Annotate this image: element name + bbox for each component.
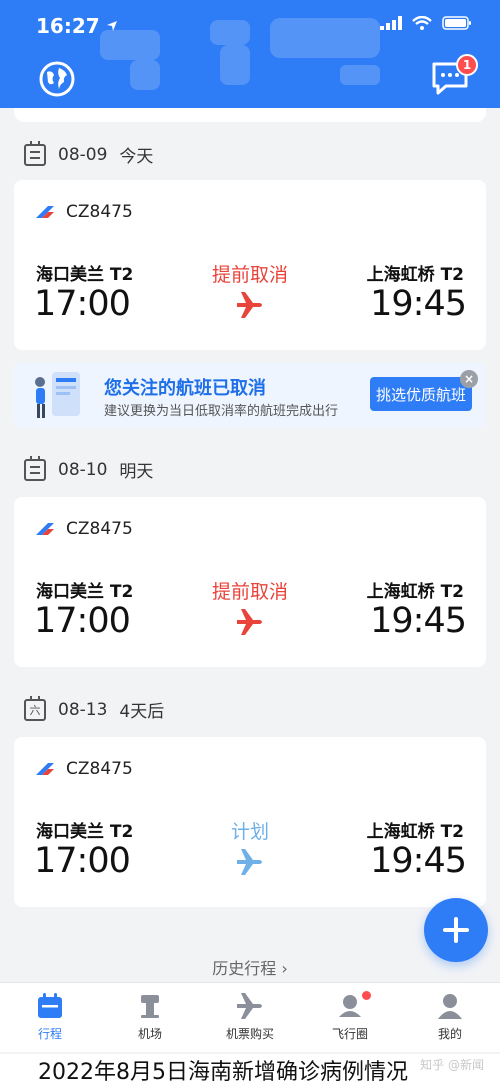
flight-number-row: CZ8475 xyxy=(34,519,133,539)
relative-day: 今天 xyxy=(119,147,154,167)
arrival-time: 19:45 xyxy=(370,284,467,324)
departure-time: 17:00 xyxy=(34,841,131,881)
globe-icon[interactable] xyxy=(38,60,76,98)
choose-flight-button[interactable]: 挑选优质航班 xyxy=(370,377,472,411)
watermark: 知乎 @新闻 xyxy=(420,1058,484,1072)
arrival-airport: 上海虹桥 T2 xyxy=(366,582,464,602)
plane-icon xyxy=(237,849,262,875)
previous-card-edge xyxy=(14,108,486,122)
flight-card-1[interactable]: CZ8475 海口美兰 T2 提前取消 上海虹桥 T2 17:00 19:45 xyxy=(14,180,486,350)
date-text: 08-10 xyxy=(58,459,108,480)
calendar-icon xyxy=(24,140,46,166)
status-time: 16:27 xyxy=(36,14,118,38)
flight-number: CZ8475 xyxy=(66,759,133,779)
date-header-1: 08-09 今天 xyxy=(24,140,154,167)
flight-card-3[interactable]: CZ8475 海口美兰 T2 计划 上海虹桥 T2 17:00 19:45 xyxy=(14,737,486,907)
wifi-icon xyxy=(412,16,432,30)
signal-icon xyxy=(380,16,402,30)
location-arrow-icon xyxy=(106,21,117,31)
tab-flying-circle[interactable]: 飞行圈 xyxy=(300,983,400,1052)
bottom-tab-bar: 行程 机场 机票购买 飞行圈 我的 xyxy=(0,982,500,1052)
tab-label: 飞行圈 xyxy=(331,1027,368,1041)
airline-logo-icon xyxy=(36,206,54,218)
calendar-icon xyxy=(24,455,46,481)
world-map-decoration xyxy=(100,18,380,90)
status-icons xyxy=(380,16,472,30)
date-text: 08-13 xyxy=(58,699,108,720)
tab-label: 行程 xyxy=(37,1027,62,1041)
phone-illustration-icon xyxy=(35,372,80,418)
add-flight-button[interactable] xyxy=(424,898,488,962)
arrival-airport: 上海虹桥 T2 xyxy=(366,265,464,285)
tower-icon xyxy=(141,995,159,1018)
airline-logo-icon xyxy=(36,523,54,535)
calendar-weekday-icon: 六 xyxy=(24,695,46,721)
battery-icon xyxy=(442,16,471,30)
notification-dot xyxy=(362,991,371,1000)
arrival-time: 19:45 xyxy=(370,601,467,641)
plane-icon xyxy=(237,609,262,635)
airline-logo-icon xyxy=(36,763,54,775)
tab-profile[interactable]: 我的 xyxy=(400,983,500,1052)
plus-icon xyxy=(443,917,469,943)
arrival-airport: 上海虹桥 T2 xyxy=(366,822,464,842)
departure-time: 17:00 xyxy=(34,284,131,324)
tab-label: 我的 xyxy=(437,1027,462,1041)
date-header-3: 六 08-13 4天后 xyxy=(24,695,165,722)
arrival-time: 19:45 xyxy=(370,841,467,881)
promo-title: 您关注的航班已取消 xyxy=(104,378,266,399)
app-header: 16:27 1 xyxy=(0,0,500,108)
flight-number: CZ8475 xyxy=(66,202,133,222)
relative-day: 明天 xyxy=(119,462,154,482)
tab-label: 机场 xyxy=(137,1027,162,1041)
tab-trips[interactable]: 行程 xyxy=(0,983,100,1052)
cancel-notice-banner[interactable]: 您关注的航班已取消 建议更换为当日低取消率的航班完成出行 挑选优质航班 × xyxy=(14,362,486,428)
plane-icon xyxy=(237,993,262,1019)
relative-day: 4天后 xyxy=(119,702,165,722)
departure-time: 17:00 xyxy=(34,601,131,641)
flight-number-row: CZ8475 xyxy=(34,202,133,222)
flight-number-row: CZ8475 xyxy=(34,759,133,779)
clock-text: 16:27 xyxy=(36,14,100,38)
tab-label: 机票购买 xyxy=(225,1027,274,1041)
close-icon[interactable]: × xyxy=(460,370,478,388)
flight-card-2[interactable]: CZ8475 海口美兰 T2 提前取消 上海虹桥 T2 17:00 19:45 xyxy=(14,497,486,667)
calendar-icon xyxy=(38,993,62,1018)
tab-buy-tickets[interactable]: 机票购买 xyxy=(200,983,300,1052)
promo-subtitle: 建议更换为当日低取消率的航班完成出行 xyxy=(104,404,339,419)
date-header-2: 08-10 明天 xyxy=(24,455,154,482)
date-text: 08-09 xyxy=(58,144,108,165)
message-badge: 1 xyxy=(456,54,478,76)
tab-airport[interactable]: 机场 xyxy=(100,983,200,1052)
user-icon xyxy=(438,994,462,1019)
community-icon xyxy=(339,995,361,1017)
history-trips-link[interactable]: 历史行程 › xyxy=(0,955,500,979)
flight-number: CZ8475 xyxy=(66,519,133,539)
plane-icon xyxy=(237,292,262,318)
